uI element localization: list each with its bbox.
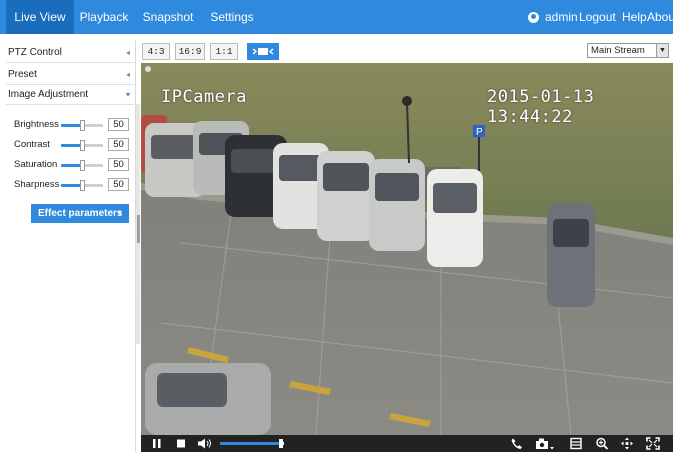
live-video[interactable]: P IPCamera 2015-01-13 13:44:22	[141, 63, 673, 435]
slider-fill	[61, 144, 82, 147]
brightness-value[interactable]: 50	[108, 118, 129, 131]
phone-icon[interactable]	[510, 437, 524, 450]
saturation-slider[interactable]	[61, 160, 103, 171]
left-panel: PTZ Control ◂ Preset ◂ Image Adjustment …	[0, 40, 136, 452]
slider-fill	[61, 164, 82, 167]
saturation-value[interactable]: 50	[108, 158, 129, 171]
brightness-label: Brightness	[14, 119, 59, 130]
contrast-slider[interactable]	[61, 140, 103, 151]
saturation-label: Saturation	[14, 159, 58, 170]
volume-icon[interactable]	[197, 437, 213, 450]
chevron-down-icon: ▾	[125, 90, 130, 99]
image-adjustment-section[interactable]: Image Adjustment ▾	[6, 84, 134, 105]
nav-settings[interactable]: Settings	[207, 0, 257, 34]
slider-handle[interactable]	[80, 140, 85, 151]
brightness-slider[interactable]	[61, 120, 103, 131]
volume-fill	[220, 442, 281, 445]
nav-playback[interactable]: Playback	[76, 0, 132, 34]
fit-window-icon	[252, 48, 274, 55]
section-label: PTZ Control	[8, 47, 62, 58]
camera-name-overlay: IPCamera	[161, 87, 247, 107]
slider-fill	[61, 124, 82, 127]
svg-text:P: P	[476, 127, 483, 138]
volume-slider[interactable]	[220, 439, 284, 448]
brightness-row: Brightness 50	[14, 118, 130, 132]
chevron-left-icon: ◂	[125, 48, 130, 57]
fullscreen-icon[interactable]	[646, 437, 660, 450]
top-nav-bar: Live View Playback Snapshot Settings adm…	[0, 0, 673, 34]
chevron-left-icon: ◂	[125, 70, 130, 79]
about-link[interactable]: About	[647, 0, 673, 34]
caret-down-icon: ▼	[116, 210, 123, 217]
zoom-icon[interactable]	[595, 437, 609, 450]
stream-select-value: Main Stream	[591, 45, 645, 56]
sharpness-value[interactable]: 50	[108, 178, 129, 191]
contrast-label: Contrast	[14, 139, 50, 150]
slider-handle[interactable]	[80, 160, 85, 171]
record-icon[interactable]	[569, 437, 583, 450]
nav-live-view[interactable]: Live View	[6, 0, 74, 34]
username: admin	[545, 10, 578, 24]
stop-icon[interactable]	[175, 437, 187, 450]
effect-parameters-label: Effect parameters	[38, 208, 123, 219]
pause-icon[interactable]	[151, 437, 163, 450]
chevron-down-icon: ▼	[656, 44, 668, 57]
help-link[interactable]: Help	[622, 0, 647, 34]
snapshot-icon[interactable]	[534, 437, 556, 450]
ptz-icon[interactable]	[620, 437, 634, 450]
fit-window-button[interactable]	[247, 43, 279, 60]
sharpness-label: Sharpness	[14, 179, 60, 190]
sharpness-row: Sharpness 50	[14, 178, 130, 192]
volume-handle[interactable]	[278, 439, 283, 448]
video-control-bar	[141, 435, 673, 452]
nav-snapshot[interactable]: Snapshot	[142, 0, 194, 34]
contrast-row: Contrast 50	[14, 138, 130, 152]
sharpness-slider[interactable]	[61, 180, 103, 191]
section-label: Image Adjustment	[8, 89, 89, 100]
slider-handle[interactable]	[80, 180, 85, 191]
ptz-control-section[interactable]: PTZ Control ◂	[6, 42, 134, 63]
ratio-4-3-button[interactable]: 4:3	[142, 43, 170, 60]
preset-section[interactable]: Preset ◂	[6, 64, 134, 85]
effect-parameters-button[interactable]: Effect parameters ▼	[31, 204, 129, 223]
logout-link[interactable]: Logout	[579, 0, 616, 34]
ratio-16-9-button[interactable]: 16:9	[175, 43, 205, 60]
timestamp-overlay: 2015-01-13 13:44:22	[487, 87, 595, 127]
scrollbar-thumb[interactable]	[137, 215, 140, 243]
view-toolbar: 4:3 16:9 1:1 Main Stream ▼	[140, 40, 673, 63]
saturation-row: Saturation 50	[14, 158, 130, 172]
slider-handle[interactable]	[80, 120, 85, 131]
ratio-1-1-button[interactable]: 1:1	[210, 43, 238, 60]
contrast-value[interactable]: 50	[108, 138, 129, 151]
user-icon	[528, 12, 539, 23]
stream-select[interactable]: Main Stream ▼	[587, 43, 669, 58]
slider-fill	[61, 184, 82, 187]
section-label: Preset	[8, 69, 37, 80]
